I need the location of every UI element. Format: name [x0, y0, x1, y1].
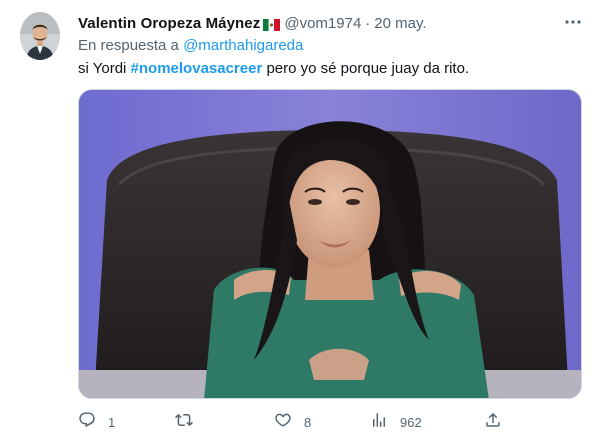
avatar-image	[20, 12, 60, 60]
reply-count: 1	[108, 414, 116, 430]
reply-mention-link[interactable]: @marthahigareda	[183, 37, 303, 54]
reply-icon	[78, 411, 96, 434]
share-button[interactable]	[484, 410, 502, 434]
like-count: 8	[304, 414, 312, 430]
hashtag-link[interactable]: #nomelovasacreer	[131, 60, 263, 77]
reply-button[interactable]: 1	[78, 410, 115, 434]
share-icon	[484, 411, 502, 434]
tweet-text-start: si Yordi	[78, 60, 127, 77]
tweet[interactable]: Valentin Oropeza Máynez @vom1974 · 20 ma…	[0, 0, 595, 443]
media-photo	[79, 90, 581, 398]
reply-prefix: En respuesta a	[78, 37, 179, 54]
views-icon	[370, 411, 388, 434]
separator-dot: ·	[365, 14, 371, 32]
more-options-icon[interactable]	[563, 12, 583, 32]
views-count: 962	[400, 414, 422, 430]
tweet-text-end: pero yo sé porque juay da rito.	[266, 60, 470, 77]
mexico-flag-icon	[263, 18, 281, 31]
reply-context: En respuesta a @marthahigareda	[78, 37, 303, 54]
like-button[interactable]: 8	[274, 410, 311, 434]
author-name[interactable]: Valentin Oropeza Máynez	[78, 15, 260, 32]
views-button[interactable]: 962	[370, 410, 422, 434]
tweet-media-image[interactable]	[78, 89, 582, 399]
tweet-actions: 1 8 962	[78, 410, 582, 434]
author-handle[interactable]: @vom1974	[284, 15, 361, 32]
retweet-button[interactable]	[175, 410, 205, 434]
tweet-text: si Yordi #nomelovasacreer pero yo sé por…	[78, 60, 469, 77]
retweet-icon	[175, 411, 193, 434]
heart-icon	[274, 411, 292, 434]
avatar[interactable]	[20, 12, 60, 60]
tweet-header: Valentin Oropeza Máynez @vom1974 · 20 ma…	[78, 13, 581, 33]
tweet-date[interactable]: 20 may.	[374, 15, 426, 32]
